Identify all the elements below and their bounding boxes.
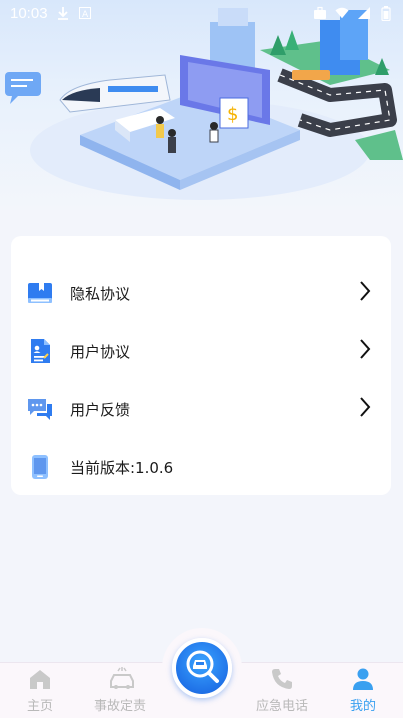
status-bar: 10:03 A [0,0,403,26]
status-time: 10:03 [10,4,48,22]
feedback-chat-icon [27,396,53,422]
menu-item-user-agreement[interactable]: 用户协议 [11,322,391,380]
svg-text:A: A [82,10,89,19]
tab-mine[interactable]: 我的 [323,667,403,714]
center-search-car-button[interactable] [172,638,232,698]
tab-label: 我的 [349,699,376,714]
person-icon [351,667,375,691]
briefcase-icon [313,6,327,20]
menu-item-label: 隐私协议 [70,284,131,303]
tab-accident[interactable]: 事故定责 [80,667,160,714]
tab-label: 事故定责 [93,699,146,714]
menu-item-feedback[interactable]: 用户反馈 [11,380,391,438]
battery-icon [379,5,393,21]
car-accident-icon [108,667,134,691]
menu-item-label: 用户反馈 [70,400,131,419]
chevron-right-icon [359,396,371,422]
user-agreement-doc-icon [27,338,53,364]
chevron-right-icon [359,280,371,306]
hero-illustration: $ [0,0,403,210]
phone-version-icon [27,454,53,480]
phone-icon [270,667,294,691]
version-label: 当前版本:1.0.6 [70,458,174,477]
notification-a-icon: A [78,6,92,20]
chevron-right-icon [359,338,371,364]
download-icon [56,6,70,20]
search-car-icon [182,646,222,690]
signal-icon [357,6,371,20]
tab-home[interactable]: 主页 [0,667,80,714]
settings-menu-card: 隐私协议 用户协议 用户反馈 当前版本:1.0.6 [11,236,391,495]
menu-item-version: 当前版本:1.0.6 [11,438,391,496]
menu-item-label: 用户协议 [70,342,131,361]
wifi-icon [335,6,349,20]
svg-text:$: $ [227,104,238,125]
tab-emergency-phone[interactable]: 应急电话 [242,667,322,714]
menu-item-privacy[interactable]: 隐私协议 [11,264,391,322]
tab-label: 主页 [26,699,53,714]
privacy-book-icon [27,280,53,306]
home-icon [28,667,52,691]
tab-label: 应急电话 [255,699,308,714]
